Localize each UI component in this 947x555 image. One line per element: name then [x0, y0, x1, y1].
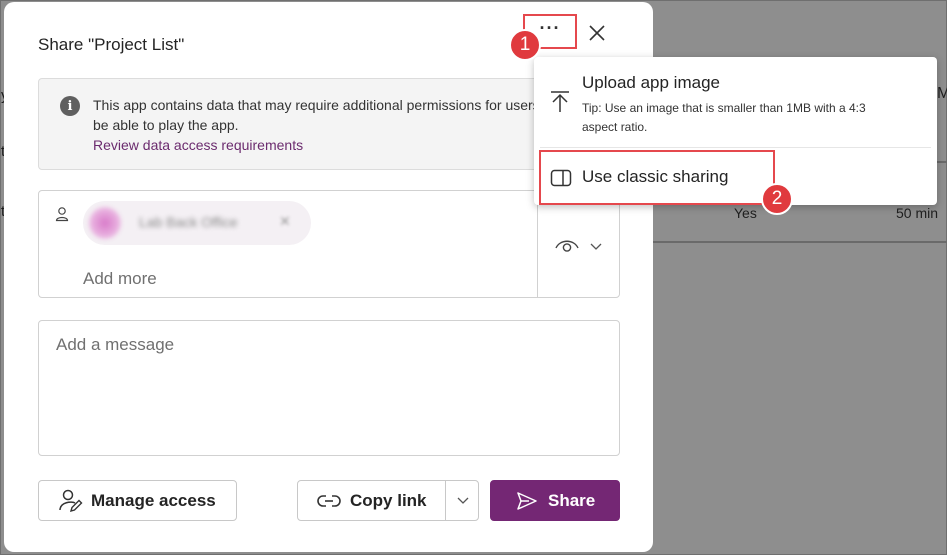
permission-dropdown[interactable] — [554, 235, 604, 257]
menu-divider — [540, 147, 931, 148]
panel-icon — [550, 169, 572, 187]
bg-text-fragment: M — [937, 85, 947, 102]
recipient-chip[interactable]: Lab Back Office ✕ — [83, 201, 311, 245]
person-edit-icon — [59, 489, 83, 512]
dialog-title: Share "Project List" — [38, 35, 185, 54]
people-picker: Lab Back Office ✕ Add more — [38, 190, 620, 298]
share-label: Share — [548, 490, 596, 510]
bg-cell-yes: Yes — [734, 205, 757, 221]
permission-divider — [537, 191, 538, 297]
copy-link-label: Copy link — [350, 490, 427, 510]
manage-access-button[interactable]: Manage access — [38, 480, 237, 521]
copy-link-button[interactable]: Copy link — [297, 480, 479, 521]
bg-cell-duration: 50 min — [896, 205, 939, 221]
split-divider — [445, 481, 446, 520]
eye-icon — [555, 240, 579, 252]
more-options-menu: Upload app image Tip: Use an image that … — [534, 57, 937, 205]
recipient-name: Lab Back Office — [139, 214, 238, 230]
review-data-access-link[interactable]: Review data access requirements — [93, 137, 303, 153]
chevron-down-icon — [590, 243, 602, 250]
info-icon: i — [60, 96, 80, 116]
info-message: This app contains data that may require … — [93, 97, 556, 133]
manage-access-label: Manage access — [91, 490, 216, 510]
share-button[interactable]: Share — [490, 480, 620, 521]
menu-item-use-classic-sharing[interactable]: Use classic sharing — [539, 150, 775, 205]
use-classic-sharing-label: Use classic sharing — [582, 167, 729, 186]
more-icon: ··· — [539, 17, 561, 38]
close-button[interactable] — [586, 22, 608, 44]
bg-row-divider — [653, 241, 947, 243]
menu-item-upload-app-image[interactable]: Upload app image Tip: Use an image that … — [534, 57, 937, 143]
chevron-down-icon[interactable] — [457, 497, 469, 505]
upload-app-image-label: Upload app image — [582, 73, 720, 92]
add-more-input[interactable]: Add more — [83, 269, 157, 289]
upload-tip: Tip: Use an image that is smaller than 1… — [582, 101, 866, 134]
step-badge-1: 1 — [509, 29, 541, 61]
link-icon — [317, 494, 341, 507]
person-icon — [55, 207, 69, 222]
step-badge-2: 2 — [761, 183, 793, 215]
avatar — [89, 207, 121, 239]
message-field[interactable]: Add a message — [38, 320, 620, 456]
remove-recipient-icon[interactable]: ✕ — [279, 213, 291, 230]
send-icon — [517, 491, 537, 510]
message-placeholder: Add a message — [56, 335, 175, 354]
upload-icon — [551, 91, 569, 112]
close-icon — [589, 25, 605, 41]
